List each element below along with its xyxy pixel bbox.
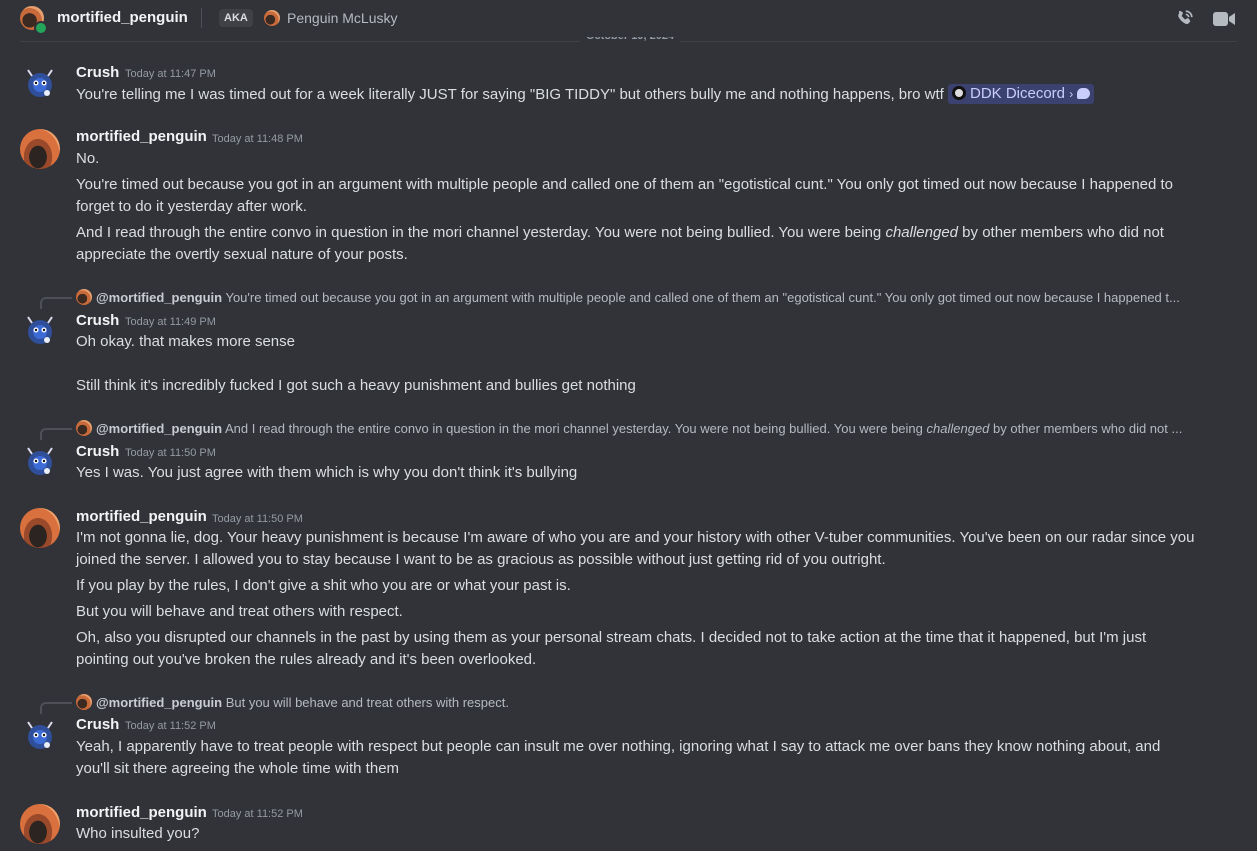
message-line: Yes I was. You just agree with them whic… (76, 464, 578, 481)
message-content: You're telling me I was timed out for a … (76, 84, 1196, 106)
avatar[interactable] (20, 715, 60, 755)
reply-spine (40, 428, 72, 440)
timestamp: Today at 11:52 PM (212, 808, 303, 820)
author-name[interactable]: Crush (76, 312, 119, 329)
author-name[interactable]: Crush (76, 64, 119, 81)
message-content: Yes I was. You just agree with them whic… (76, 462, 1196, 484)
aka-badge: AKA (219, 9, 253, 27)
avatar[interactable] (20, 441, 60, 481)
header-divider (201, 8, 202, 28)
message-line: You're timed out because you got in an a… (76, 176, 1174, 215)
message-line: Yeah, I apparently have to treat people … (76, 738, 1161, 777)
reply-preview[interactable]: @mortified_penguin And I read through th… (76, 420, 1211, 438)
message-line: Still think it's incredibly fucked I got… (76, 377, 636, 394)
reply-author[interactable]: @mortified_penguin (96, 421, 222, 436)
reply-avatar (76, 289, 92, 305)
author-name[interactable]: Crush (76, 716, 119, 733)
reply-spine (40, 702, 72, 714)
crush-avatar-icon (27, 721, 53, 749)
channel-mention[interactable]: DDK Dicecord › (948, 84, 1095, 104)
reply-spine (40, 297, 72, 309)
voice-call-icon[interactable] (1173, 8, 1195, 28)
online-status-icon (34, 21, 48, 35)
reply-text: by other members who did not ... (989, 421, 1183, 436)
author-name[interactable]: mortified_penguin (76, 508, 207, 525)
message-line: Oh, also you disrupted our channels in t… (76, 629, 1147, 668)
reply-avatar (76, 694, 92, 710)
message-line: Oh okay. that makes more sense (76, 333, 295, 350)
avatar[interactable] (20, 310, 60, 350)
message-line: I'm not gonna lie, dog. Your heavy punis… (76, 529, 1195, 568)
reply-avatar (76, 420, 92, 436)
reply-author[interactable]: @mortified_penguin (96, 695, 222, 710)
video-call-icon[interactable] (1212, 8, 1235, 28)
message-line: No. (76, 150, 100, 167)
message-content: Oh okay. that makes more sense Still thi… (76, 331, 1196, 397)
emphasis-text: challenged (885, 224, 959, 241)
message-content: Who insulted you? (76, 823, 1196, 845)
avatar[interactable] (20, 804, 60, 844)
date-divider: October 19, 2024 (0, 30, 1257, 48)
message-content: No. You're timed out because you got in … (76, 148, 1196, 266)
timestamp: Today at 11:50 PM (212, 513, 303, 525)
crush-avatar-icon (27, 316, 53, 344)
crush-avatar-icon (27, 447, 53, 475)
message-text: And I read through the entire convo in q… (76, 224, 886, 241)
aka-avatar (264, 10, 280, 26)
message-content: I'm not gonna lie, dog. Your heavy punis… (76, 527, 1196, 671)
reply-preview[interactable]: @mortified_penguin You're timed out beca… (76, 289, 1211, 307)
message-content: Yeah, I apparently have to treat people … (76, 736, 1196, 780)
reply-text: But you will behave and treat others wit… (225, 695, 509, 710)
timestamp: Today at 11:49 PM (125, 316, 216, 328)
reply-text: You're timed out because you got in an a… (225, 290, 1180, 305)
server-icon (952, 86, 966, 100)
author-name[interactable]: Crush (76, 443, 119, 460)
dm-username[interactable]: mortified_penguin (57, 9, 188, 26)
aka-name[interactable]: Penguin McLusky (287, 10, 398, 26)
avatar[interactable] (20, 63, 60, 103)
reply-author[interactable]: @mortified_penguin (96, 290, 222, 305)
channel-mention-label: DDK Dicecord (970, 85, 1066, 102)
reply-preview[interactable]: @mortified_penguin But you will behave a… (76, 694, 1211, 712)
avatar[interactable] (20, 508, 60, 548)
timestamp: Today at 11:48 PM (212, 133, 303, 145)
message-line: If you play by the rules, I don't give a… (76, 577, 571, 594)
reply-text: And I read through the entire convo in q… (224, 421, 927, 436)
avatar[interactable] (20, 129, 60, 169)
message-text: You're telling me I was timed out for a … (76, 86, 948, 103)
chevron-right-icon: › (1069, 87, 1074, 101)
timestamp: Today at 11:47 PM (125, 68, 216, 80)
timestamp: Today at 11:50 PM (125, 447, 216, 459)
thread-bubble-icon (1077, 88, 1091, 99)
message-line: And I read through the entire convo in q… (76, 222, 1196, 266)
timestamp: Today at 11:52 PM (125, 720, 216, 732)
message-line: But you will behave and treat others wit… (76, 603, 403, 620)
reply-emphasis: challenged (926, 421, 990, 436)
crush-avatar-icon (27, 69, 53, 97)
message-line: Who insulted you? (76, 825, 200, 842)
channel-header: mortified_penguin AKA Penguin McLusky (0, 0, 1257, 37)
author-name[interactable]: mortified_penguin (76, 128, 207, 145)
author-name[interactable]: mortified_penguin (76, 804, 207, 821)
